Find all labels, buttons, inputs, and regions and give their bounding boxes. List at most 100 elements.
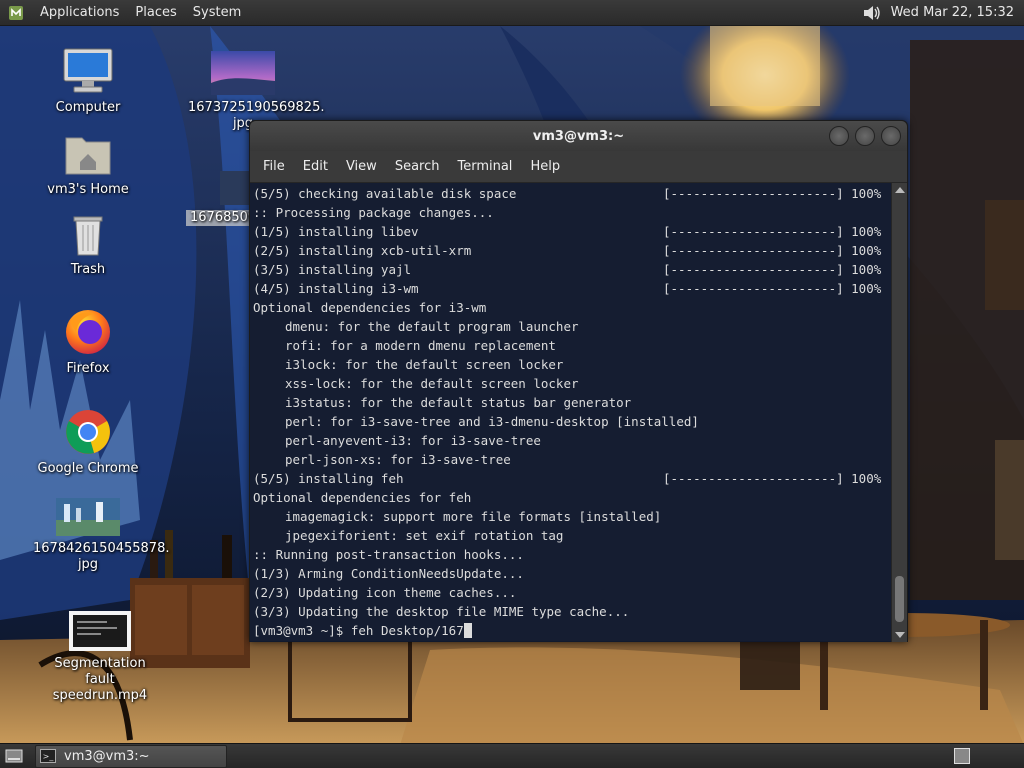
terminal-line: i3lock: for the default screen locker (253, 355, 893, 374)
terminal-prompt-line[interactable]: [vm3@vm3 ~]$ feh Desktop/167 (253, 621, 893, 640)
menu-terminal[interactable]: Terminal (448, 159, 521, 174)
minimize-button[interactable] (829, 126, 849, 146)
scroll-down-arrow-icon[interactable] (895, 632, 905, 638)
desktop-icon-video-file[interactable]: Segmentation fault speedrun.mp4 (45, 610, 155, 704)
terminal-line-text: :: Running post-transaction hooks... (253, 547, 524, 562)
terminal-line: jpegexiforient: set exif rotation tag (253, 526, 893, 545)
terminal-line-text: xss-lock: for the default screen locker (285, 376, 579, 391)
text-cursor (463, 623, 472, 638)
firefox-icon (33, 307, 143, 357)
terminal-line-text: (1/3) Arming ConditionNeedsUpdate... (253, 566, 524, 581)
terminal-line-text: :: Processing package changes... (253, 205, 494, 220)
terminal-line: (4/5) installing i3-wm [-----------------… (253, 279, 893, 298)
applications-menu[interactable]: Applications (32, 0, 127, 26)
terminal-line: Optional dependencies for i3-wm (253, 298, 893, 317)
terminal-line: (3/5) installing yajl [------------------… (253, 260, 893, 279)
terminal-line: (5/5) installing feh [-------------------… (253, 469, 893, 488)
progress-bar-text: [----------------------] 100% (663, 224, 882, 239)
terminal-line: perl: for i3-save-tree and i3-dmenu-desk… (253, 412, 893, 431)
home-folder-icon (33, 128, 143, 178)
terminal-line-text: i3lock: for the default screen locker (285, 357, 564, 372)
desktop-icon-chrome[interactable]: Google Chrome (33, 407, 143, 477)
distro-logo-icon[interactable] (6, 3, 26, 23)
terminal-menubar: File Edit View Search Terminal Help (250, 151, 907, 183)
show-desktop-icon[interactable] (3, 746, 25, 766)
system-menu[interactable]: System (185, 0, 249, 26)
close-button[interactable] (881, 126, 901, 146)
terminal-line: imagemagick: support more file formats [… (253, 507, 893, 526)
trash-icon (33, 210, 143, 258)
desktop-icon-label: vm3's Home (47, 182, 129, 197)
terminal-line: dmenu: for the default program launcher (253, 317, 893, 336)
desktop-icon-computer[interactable]: Computer (33, 46, 143, 116)
taskbar-button-terminal[interactable]: >_ vm3@vm3:~ (35, 744, 227, 768)
clock[interactable]: Wed Mar 22, 15:32 (891, 5, 1024, 20)
maximize-button[interactable] (855, 126, 875, 146)
terminal-icon: >_ (40, 749, 56, 763)
terminal-line-text: imagemagick: support more file formats [… (285, 509, 662, 524)
video-thumbnail-icon (45, 610, 155, 652)
desktop-icon-label: Trash (70, 262, 106, 277)
scroll-up-arrow-icon[interactable] (895, 187, 905, 193)
terminal-line-text: (3/3) Updating the desktop file MIME typ… (253, 604, 630, 619)
desktop-icon-image-file[interactable]: 1678426150455878. jpg (33, 497, 169, 573)
terminal-line: i3status: for the default status bar gen… (253, 393, 893, 412)
terminal-line: xss-lock: for the default screen locker (253, 374, 893, 393)
command-input[interactable]: feh Desktop/167 (351, 623, 464, 638)
terminal-line-text: Optional dependencies for i3-wm (253, 300, 487, 315)
terminal-line: (5/5) checking available disk space [----… (253, 184, 893, 203)
menu-edit[interactable]: Edit (294, 159, 337, 174)
terminal-line-text: dmenu: for the default program launcher (285, 319, 579, 334)
top-panel: Applications Places System Wed Mar 22, 1… (0, 0, 1024, 26)
terminal-scrollbar[interactable] (891, 183, 907, 642)
terminal-line-text: perl-anyevent-i3: for i3-save-tree (285, 433, 541, 448)
menu-file[interactable]: File (254, 159, 294, 174)
places-menu[interactable]: Places (127, 0, 184, 26)
taskbar-label: vm3@vm3:~ (64, 748, 150, 764)
terminal-line: perl-json-xs: for i3-save-tree (253, 450, 893, 469)
bottom-panel: >_ vm3@vm3:~ (0, 743, 1024, 768)
terminal-line-text: (5/5) checking available disk space (253, 186, 517, 201)
workspace-switcher-icon[interactable] (954, 748, 970, 764)
chrome-icon (33, 407, 143, 457)
image-thumbnail-icon (33, 497, 143, 537)
shell-prompt: [vm3@vm3 ~]$ (253, 623, 351, 638)
terminal-output[interactable]: (5/5) checking available disk space [----… (250, 183, 893, 642)
terminal-line: :: Processing package changes... (253, 203, 893, 222)
menu-search[interactable]: Search (386, 159, 449, 174)
volume-icon[interactable] (861, 3, 883, 23)
desktop-icon-label: Google Chrome (37, 461, 139, 476)
progress-bar-text: [----------------------] 100% (663, 262, 882, 277)
terminal-window[interactable]: vm3@vm3:~ File Edit View Search Terminal… (249, 120, 908, 642)
terminal-line-text: (4/5) installing i3-wm (253, 281, 419, 296)
terminal-line: Optional dependencies for feh (253, 488, 893, 507)
terminal-line: (1/5) installing libev [-----------------… (253, 222, 893, 241)
desktop-icon-label: Firefox (66, 361, 110, 376)
terminal-titlebar[interactable]: vm3@vm3:~ (250, 121, 907, 151)
terminal-line-text: (3/5) installing yajl (253, 262, 412, 277)
window-title: vm3@vm3:~ (532, 128, 625, 144)
desktop-icon-firefox[interactable]: Firefox (33, 307, 143, 377)
terminal-line-text: jpegexiforient: set exif rotation tag (285, 528, 564, 543)
terminal-line-text: (2/3) Updating icon theme caches... (253, 585, 517, 600)
terminal-line: (3/3) Updating the desktop file MIME typ… (253, 602, 893, 621)
computer-icon (33, 46, 143, 96)
terminal-line-text: perl: for i3-save-tree and i3-dmenu-desk… (285, 414, 699, 429)
menu-help[interactable]: Help (521, 159, 569, 174)
terminal-line-text: (2/5) installing xcb-util-xrm (253, 243, 472, 258)
scrollbar-thumb[interactable] (895, 576, 904, 622)
progress-bar-text: [----------------------] 100% (663, 186, 882, 201)
desktop-icon-label: Computer (55, 100, 121, 115)
image-thumbnail-icon (186, 170, 250, 206)
menu-view[interactable]: View (337, 159, 386, 174)
terminal-line-text: i3status: for the default status bar gen… (285, 395, 632, 410)
terminal-line: :: Running post-transaction hooks... (253, 545, 893, 564)
terminal-line-text: Optional dependencies for feh (253, 490, 472, 505)
desktop-icon-home[interactable]: vm3's Home (33, 128, 143, 198)
desktop-icon-image-file[interactable]: 16768509 (186, 170, 250, 226)
desktop-icon-trash[interactable]: Trash (33, 210, 143, 278)
terminal-line: rofi: for a modern dmenu replacement (253, 336, 893, 355)
progress-bar-text: [----------------------] 100% (663, 471, 882, 486)
progress-bar-text: [----------------------] 100% (663, 281, 882, 296)
terminal-line-text: (5/5) installing feh (253, 471, 404, 486)
